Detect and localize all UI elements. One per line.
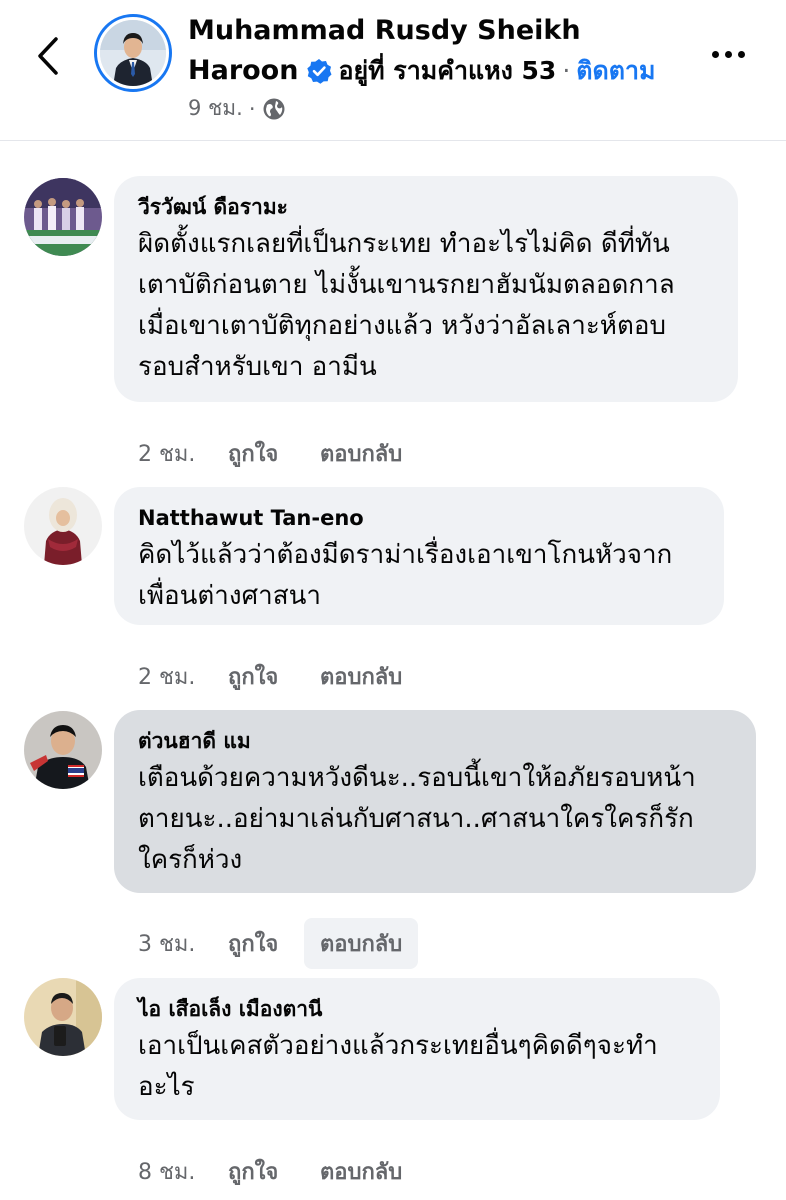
poster-avatar[interactable] — [94, 14, 172, 92]
commenter-avatar[interactable] — [24, 711, 102, 789]
person-photo-icon — [24, 978, 102, 1056]
comment-author[interactable]: ต่วนฮาดี แม — [138, 726, 732, 756]
comment-author[interactable]: Natthawut Tan-eno — [138, 503, 700, 533]
post-meta: 9 ชม. · — [188, 92, 286, 125]
back-button[interactable] — [26, 28, 70, 84]
post-time[interactable]: 9 ชม. — [188, 92, 243, 125]
reply-button[interactable]: ตอบกลับ — [304, 428, 418, 479]
location-text[interactable]: อยู่ที่ รามคำแหง 53 — [338, 54, 556, 88]
person-photo-icon — [100, 20, 166, 86]
poster-name-line1[interactable]: Muhammad Rusdy Sheikh — [188, 14, 581, 48]
comment-actions: 2 ชม. ถูกใจ ตอบกลับ — [138, 428, 418, 479]
separator-dot: · — [562, 56, 571, 85]
comment-text: คิดไว้แล้วว่าต้องมีดราม่าเรื่องเอาเขาโกน… — [138, 540, 673, 611]
more-dot — [737, 50, 745, 58]
comment-actions: 2 ชม. ถูกใจ ตอบกลับ — [138, 651, 418, 702]
comment-bubble[interactable]: ต่วนฮาดี แม เตือนด้วยความหวังดีนะ..รอบนี… — [114, 710, 756, 893]
post-header: Muhammad Rusdy Sheikh Haroon อยู่ที่ ราม… — [0, 0, 786, 141]
comment-text: ผิดตั้งแรกเลยที่เป็นกระเทย ทำอะไรไม่คิด … — [138, 229, 675, 382]
comment-text: เตือนด้วยความหวังดีนะ..รอบนี้เขาให้อภัยร… — [138, 763, 696, 875]
person-photo-icon — [24, 711, 102, 789]
comment-author[interactable]: ไอ เสือเล็ง เมืองตานี — [138, 994, 696, 1024]
poster-info-line: Haroon อยู่ที่ รามคำแหง 53 · ติดตาม — [188, 54, 656, 88]
comment-author[interactable]: วีรวัฒน์ ดือรามะ — [138, 192, 714, 222]
more-options-button[interactable] — [698, 38, 758, 70]
more-dot — [724, 50, 732, 58]
commenter-avatar[interactable] — [24, 978, 102, 1056]
group-photo-icon — [24, 178, 102, 256]
verified-badge-icon — [306, 58, 332, 84]
comment-time[interactable]: 8 ชม. — [138, 1154, 228, 1189]
commenter-avatar[interactable] — [24, 487, 102, 565]
reply-button[interactable]: ตอบกลับ — [304, 1146, 418, 1197]
chevron-left-icon — [38, 37, 58, 75]
more-dot — [711, 50, 719, 58]
comment-actions: 3 ชม. ถูกใจ ตอบกลับ — [138, 918, 419, 969]
person-photo-icon — [24, 487, 102, 565]
comment-time[interactable]: 2 ชม. — [138, 436, 228, 471]
poster-name-line2[interactable]: Haroon — [188, 54, 298, 88]
comment-bubble[interactable]: วีรวัฒน์ ดือรามะ ผิดตั้งแรกเลยที่เป็นกระ… — [114, 176, 738, 402]
commenter-avatar[interactable] — [24, 178, 102, 256]
comment-bubble[interactable]: ไอ เสือเล็ง เมืองตานี เอาเป็นเคสตัวอย่าง… — [114, 978, 720, 1120]
follow-button[interactable]: ติดตาม — [576, 54, 655, 88]
comment-time[interactable]: 3 ชม. — [138, 926, 228, 961]
comment-actions: 8 ชม. ถูกใจ ตอบกลับ — [138, 1146, 418, 1197]
reply-button[interactable]: ตอบกลับ — [304, 651, 418, 702]
meta-separator: · — [248, 96, 256, 121]
comment-time[interactable]: 2 ชม. — [138, 659, 228, 694]
reply-button[interactable]: ตอบกลับ — [304, 918, 419, 969]
comment-text: เอาเป็นเคสตัวอย่างแล้วกระเทยอื่นๆคิดดีๆจ… — [138, 1031, 658, 1102]
comment-bubble[interactable]: Natthawut Tan-eno คิดไว้แล้วว่าต้องมีดรา… — [114, 487, 724, 625]
globe-icon — [263, 98, 284, 119]
